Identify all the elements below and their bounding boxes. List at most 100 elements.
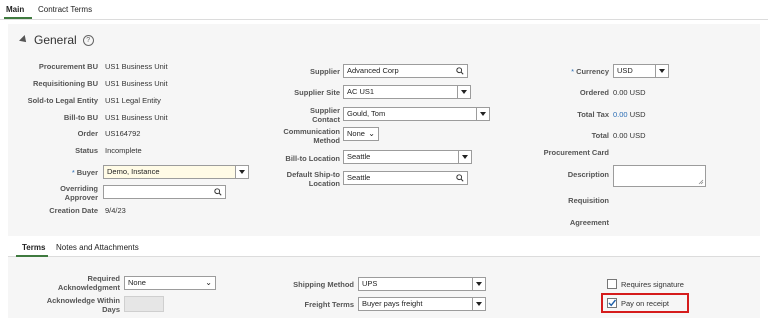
requires-signature-checkbox[interactable] [607, 279, 617, 289]
supplier-contact-value: Gould, Tom [347, 109, 386, 118]
required-ack-select[interactable]: None ⌄ [124, 276, 216, 290]
total-tax-label: Total Tax [577, 110, 609, 119]
shipping-method-value: UPS [362, 279, 378, 288]
supplier-value: Advanced Corp [347, 66, 399, 75]
tab-active-indicator [4, 17, 32, 19]
status-label: Status [75, 146, 98, 155]
tab-notes-attachments[interactable]: Notes and Attachments [56, 243, 139, 252]
required-ack-label-1: Required [87, 274, 120, 283]
ship-to-location-input[interactable]: Seattle [343, 171, 468, 185]
total-tax-unit: USD [629, 110, 646, 119]
freight-terms-label: Freight Terms [304, 300, 354, 309]
required-marker: * [71, 168, 75, 177]
buyer-select[interactable]: Demo, Instance [103, 165, 249, 179]
resize-grip-icon[interactable] [698, 179, 704, 185]
pay-on-receipt-label: Pay on receipt [621, 299, 669, 308]
supplier-label: Supplier [309, 67, 340, 76]
currency-value: USD [617, 66, 633, 75]
supplier-contact-label-1: Supplier [309, 106, 340, 115]
search-icon[interactable] [456, 67, 464, 75]
top-tab-bar: Main Contract Terms [0, 0, 768, 20]
search-icon[interactable] [214, 188, 222, 196]
ordered-value: 0.00 USD [613, 88, 646, 97]
buyer-label: * Buyer [72, 168, 98, 177]
required-ack-label: Required Acknowledgment [58, 274, 120, 292]
search-icon[interactable] [456, 174, 464, 182]
shipping-method-select[interactable]: UPS [358, 277, 486, 291]
communication-method-label-1: Communication [283, 127, 340, 136]
status-value: Incomplete [105, 146, 142, 155]
sub-tab-bar: Terms Notes and Attachments [8, 236, 760, 257]
buyer-label-text: Buyer [76, 168, 98, 177]
supplier-contact-label-2: Contact [312, 115, 340, 124]
creation-date-value: 9/4/23 [105, 206, 126, 215]
description-label: Description [567, 170, 609, 179]
tab-contract-terms[interactable]: Contract Terms [38, 5, 92, 14]
bill-to-bu-label: Bill-to BU [63, 113, 98, 122]
chevron-down-icon[interactable]: ⌄ [368, 128, 375, 140]
tab-main[interactable]: Main [6, 5, 24, 14]
section-header[interactable]: General ? [19, 33, 94, 47]
overriding-approver-label-2: Approver [64, 193, 98, 202]
sold-to-value: US1 Legal Entity [105, 96, 161, 105]
ack-within-days-label-2: Days [102, 305, 120, 314]
communication-method-label-2: Method [313, 136, 340, 145]
freight-terms-value: Buyer pays freight [362, 299, 423, 308]
communication-method-select[interactable]: None ⌄ [343, 127, 379, 141]
supplier-site-label: Supplier Site [294, 88, 340, 97]
dropdown-caret-icon[interactable] [457, 85, 471, 99]
bill-to-location-label: Bill-to Location [285, 154, 340, 163]
total-tax-value: 0.00 USD [613, 110, 646, 119]
description-textarea[interactable] [613, 165, 706, 187]
order-label: Order [77, 129, 98, 138]
dropdown-caret-icon[interactable] [655, 64, 669, 78]
ship-to-location-label-2: Location [308, 179, 340, 188]
procurement-card-label: Procurement Card [543, 148, 609, 157]
dropdown-caret-icon[interactable] [458, 150, 472, 164]
creation-date-label: Creation Date [49, 206, 98, 215]
dropdown-caret-icon[interactable] [476, 107, 490, 121]
supplier-contact-label: Supplier Contact [310, 106, 340, 124]
bill-to-bu-value: US1 Business Unit [105, 113, 168, 122]
ack-within-days-label: Acknowledge Within Days [47, 296, 120, 314]
required-ack-value: None [128, 278, 146, 287]
overriding-approver-label: Overriding Approver [60, 184, 98, 202]
collapse-triangle-icon[interactable] [19, 35, 29, 45]
ship-to-location-label: Default Ship-to Location [287, 170, 340, 188]
total-value: 0.00 USD [613, 131, 646, 140]
currency-select[interactable]: USD [613, 64, 669, 78]
sub-tab-active-indicator [16, 255, 48, 257]
total-label: Total [591, 131, 609, 140]
agreement-label: Agreement [569, 218, 609, 227]
currency-label-text: Currency [576, 67, 609, 76]
section-title: General [34, 33, 77, 47]
dropdown-caret-icon[interactable] [472, 277, 486, 291]
total-tax-link[interactable]: 0.00 [613, 110, 628, 119]
pay-on-receipt-checkbox[interactable] [607, 298, 617, 308]
ack-within-days-label-1: Acknowledge Within [46, 296, 120, 305]
requisitioning-bu-label: Requisitioning BU [33, 79, 98, 88]
overriding-approver-label-1: Overriding [60, 184, 98, 193]
dropdown-caret-icon[interactable] [235, 165, 249, 179]
freight-terms-select[interactable]: Buyer pays freight [358, 297, 486, 311]
requires-signature-label: Requires signature [621, 280, 684, 289]
overriding-approver-input[interactable] [103, 185, 226, 199]
checkmark-icon [608, 299, 617, 307]
chevron-down-icon[interactable]: ⌄ [205, 277, 212, 289]
supplier-site-select[interactable]: AC US1 [343, 85, 471, 99]
sold-to-label: Sold-to Legal Entity [27, 96, 98, 105]
dropdown-caret-icon[interactable] [472, 297, 486, 311]
help-icon[interactable]: ? [82, 34, 94, 46]
tab-terms[interactable]: Terms [22, 243, 45, 252]
procurement-bu-value: US1 Business Unit [105, 62, 168, 71]
supplier-contact-select[interactable]: Gould, Tom [343, 107, 490, 121]
requisitioning-bu-value: US1 Business Unit [105, 79, 168, 88]
shipping-method-label: Shipping Method [293, 280, 354, 289]
supplier-input[interactable]: Advanced Corp [343, 64, 468, 78]
order-value: US164792 [105, 129, 141, 138]
ack-within-days-input[interactable] [124, 296, 164, 312]
buyer-select-value: Demo, Instance [107, 167, 160, 176]
procurement-bu-label: Procurement BU [38, 62, 98, 71]
bill-to-location-select[interactable]: Seattle [343, 150, 472, 164]
required-marker: * [571, 67, 575, 76]
